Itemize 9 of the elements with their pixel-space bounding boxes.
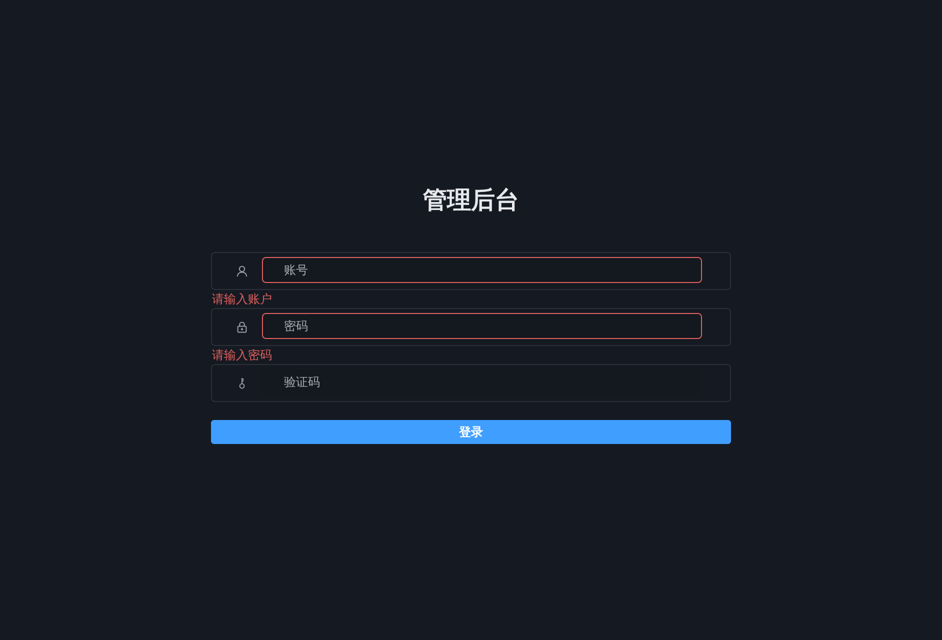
page-title: 管理后台: [423, 185, 519, 216]
lock-icon: [236, 321, 248, 333]
error-message: 请输入密码: [211, 347, 272, 364]
login-button[interactable]: 登录: [211, 420, 731, 444]
input-field[interactable]: 验证码: [211, 364, 731, 402]
input-field[interactable]: 密码: [262, 312, 702, 338]
input-field[interactable]: 账号: [262, 256, 702, 282]
error-message: 请输入账户: [211, 291, 272, 308]
user-icon: [236, 265, 248, 277]
